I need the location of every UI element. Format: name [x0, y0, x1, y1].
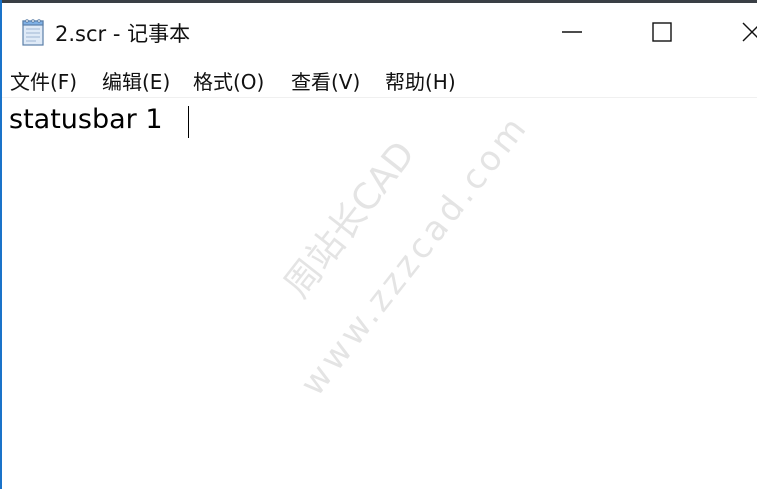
menu-format[interactable]: 格式(O) — [193, 66, 264, 95]
title-bar[interactable]: 2.scr - 记事本 — [2, 3, 757, 60]
minimize-icon — [562, 30, 582, 33]
menu-view[interactable]: 查看(V) — [291, 66, 360, 95]
maximize-icon — [652, 21, 672, 42]
minimize-button[interactable] — [544, 3, 600, 60]
text-caret — [188, 106, 189, 138]
maximize-button[interactable] — [634, 3, 690, 60]
close-icon — [742, 22, 757, 41]
menu-bar: 文件(F) 编辑(E) 格式(O) 查看(V) 帮助(H) — [2, 60, 757, 98]
editor-content: statusbar 1 — [9, 104, 163, 135]
close-button[interactable] — [724, 3, 757, 60]
menu-edit[interactable]: 编辑(E) — [102, 66, 170, 95]
text-editor-area[interactable]: statusbar 1 — [2, 98, 757, 489]
window-title: 2.scr - 记事本 — [55, 22, 191, 46]
notepad-icon — [22, 19, 44, 46]
menu-file[interactable]: 文件(F) — [10, 66, 77, 95]
menu-help[interactable]: 帮助(H) — [385, 66, 456, 95]
notepad-window: 2.scr - 记事本 文件(F) 编辑(E) 格式(O) 查看(V) 帮助(H… — [0, 0, 757, 489]
